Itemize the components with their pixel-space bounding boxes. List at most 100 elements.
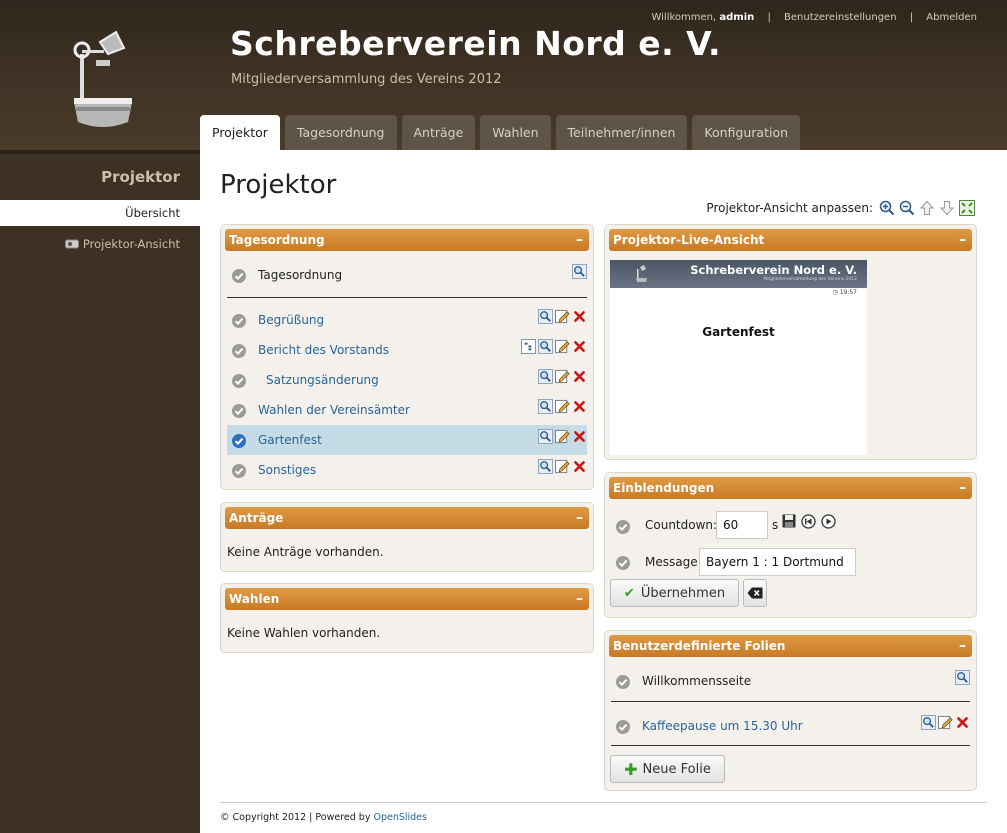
- zoom-out-icon[interactable]: [897, 198, 917, 218]
- sidebar-item-label: Projektor-Ansicht: [82, 237, 180, 251]
- checkmark-icon: ✔: [623, 585, 635, 601]
- tab-konfiguration[interactable]: Konfiguration: [692, 115, 801, 150]
- arrow-down-icon[interactable]: [937, 198, 957, 218]
- tab-antraege[interactable]: Anträge: [401, 115, 476, 150]
- agenda-item-link[interactable]: Wahlen der Vereinsämter: [258, 403, 410, 417]
- preview-header: Schreberverein Nord e. V. Mitgliedervers…: [610, 260, 867, 288]
- check-icon[interactable]: [615, 719, 631, 738]
- preview-icon[interactable]: [538, 368, 553, 384]
- delete-icon[interactable]: [572, 428, 587, 444]
- edit-icon[interactable]: [555, 338, 570, 354]
- tab-wahlen[interactable]: Wahlen: [480, 115, 551, 150]
- edit-icon[interactable]: [555, 458, 570, 474]
- check-active-icon[interactable]: [231, 433, 247, 452]
- agenda-item-link[interactable]: Satzungsänderung: [266, 373, 379, 387]
- username: admin: [719, 12, 755, 23]
- list-item-header: Willkommensseite: [611, 666, 970, 696]
- delete-icon[interactable]: [572, 308, 587, 324]
- message-input[interactable]: [699, 548, 856, 576]
- check-icon[interactable]: [231, 403, 247, 422]
- tab-projektor[interactable]: Projektor: [200, 115, 280, 150]
- new-slide-button[interactable]: ✚ Neue Folie: [610, 755, 725, 783]
- preview-icon[interactable]: [538, 458, 553, 474]
- zoom-in-icon[interactable]: [877, 198, 897, 218]
- box-title: Einblendungen: [613, 481, 715, 495]
- list-item-label: Willkommensseite: [642, 674, 752, 688]
- check-icon[interactable]: [231, 268, 247, 287]
- collapse-button[interactable]: –: [576, 588, 583, 610]
- countdown-unit: s: [772, 518, 779, 532]
- preview-subtitle: Mitgliederversammlung des Vereins 2012: [763, 277, 857, 282]
- custom-slide-link[interactable]: Kaffeepause um 15.30 Uhr: [642, 719, 803, 733]
- preview-icon[interactable]: [538, 428, 553, 444]
- message-label: Message:: [645, 555, 702, 569]
- agenda-item: Bericht des Vorstands: [227, 335, 587, 365]
- collapse-button[interactable]: –: [959, 635, 966, 657]
- check-icon[interactable]: [231, 463, 247, 482]
- delete-icon[interactable]: [572, 398, 587, 414]
- preview-icon[interactable]: [572, 263, 587, 279]
- preview-icon[interactable]: [921, 714, 936, 730]
- edit-icon[interactable]: [938, 714, 953, 730]
- apply-button[interactable]: ✔ Übernehmen: [610, 579, 739, 607]
- check-icon[interactable]: [231, 343, 247, 362]
- motions-box: Anträge – Keine Anträge vorhanden.: [220, 502, 594, 572]
- preview-icon[interactable]: [538, 398, 553, 414]
- rewind-icon[interactable]: [801, 514, 816, 532]
- sidebar-item-projektor-ansicht[interactable]: Projektor-Ansicht: [0, 226, 200, 262]
- tab-teilnehmer[interactable]: Teilnehmer/innen: [555, 115, 688, 150]
- play-icon[interactable]: [821, 514, 836, 532]
- delete-icon[interactable]: [572, 458, 587, 474]
- clear-button[interactable]: [743, 579, 767, 607]
- live-box-header: Projektor-Live-Ansicht –: [609, 229, 972, 251]
- plus-icon: ✚: [624, 759, 638, 779]
- agenda-item-link[interactable]: Gartenfest: [258, 433, 322, 447]
- new-slide-button-label: Neue Folie: [642, 761, 711, 777]
- site-subtitle: Mitgliederversammlung des Vereins 2012: [231, 72, 502, 87]
- tree-icon[interactable]: [521, 338, 536, 354]
- delete-icon[interactable]: [955, 714, 970, 730]
- check-icon[interactable]: [615, 674, 631, 693]
- preview-icon[interactable]: [538, 308, 553, 324]
- agenda-item: Satzungsänderung: [227, 365, 587, 395]
- user-nav: Willkommen, admin | Benutzereinstellunge…: [651, 12, 977, 23]
- preview-icon[interactable]: [538, 338, 553, 354]
- collapse-button[interactable]: –: [576, 507, 583, 529]
- countdown-label: Countdown:: [645, 518, 718, 532]
- delete-icon[interactable]: [572, 368, 587, 384]
- sidebar-item-uebersicht[interactable]: Übersicht: [0, 200, 200, 226]
- message-check-icon[interactable]: [615, 555, 631, 574]
- check-icon[interactable]: [231, 313, 247, 332]
- fit-screen-icon[interactable]: [957, 198, 977, 218]
- preview-logo-icon: [635, 265, 649, 286]
- divider: [611, 745, 970, 746]
- welcome-text: Willkommen,: [651, 12, 717, 23]
- main-tabs: Projektor Tagesordnung Anträge Wahlen Te…: [200, 115, 805, 150]
- edit-icon[interactable]: [555, 428, 570, 444]
- list-item-label: Tagesordnung: [258, 268, 343, 282]
- edit-icon[interactable]: [555, 368, 570, 384]
- projector-zoom-controls: Projektor-Ansicht anpassen:: [706, 198, 977, 218]
- agenda-item: Begrüßung: [227, 305, 587, 335]
- edit-icon[interactable]: [555, 398, 570, 414]
- collapse-button[interactable]: –: [959, 477, 966, 499]
- preview-icon[interactable]: [955, 669, 970, 685]
- openslides-link[interactable]: OpenSlides: [373, 812, 427, 823]
- check-icon[interactable]: [231, 373, 247, 392]
- tab-tagesordnung[interactable]: Tagesordnung: [284, 115, 397, 150]
- preview-clock: ◷ 19:57: [833, 289, 857, 296]
- edit-icon[interactable]: [555, 308, 570, 324]
- agenda-item-link[interactable]: Sonstiges: [258, 463, 316, 477]
- agenda-item-link[interactable]: Bericht des Vorstands: [258, 343, 389, 357]
- countdown-check-icon[interactable]: [615, 519, 631, 538]
- collapse-button[interactable]: –: [959, 229, 966, 251]
- box-title: Projektor-Live-Ansicht: [613, 233, 765, 247]
- arrow-up-icon[interactable]: [917, 198, 937, 218]
- save-icon[interactable]: [782, 514, 796, 531]
- agenda-item-link[interactable]: Begrüßung: [258, 313, 324, 327]
- logout-link[interactable]: Abmelden: [926, 12, 977, 23]
- delete-icon[interactable]: [572, 338, 587, 354]
- user-settings-link[interactable]: Benutzereinstellungen: [784, 12, 897, 23]
- countdown-input[interactable]: [716, 511, 768, 539]
- collapse-button[interactable]: –: [576, 229, 583, 251]
